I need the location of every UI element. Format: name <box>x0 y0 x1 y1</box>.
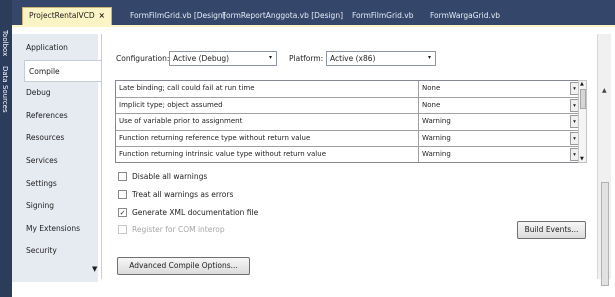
close-icon[interactable]: × <box>99 11 105 20</box>
notification-dropdown[interactable]: Warning ▾ <box>418 114 580 130</box>
tab-formfilmgrid-code[interactable]: FormFilmGrid.vb <box>346 9 419 25</box>
notification-value: Warning <box>422 150 451 159</box>
nav-references[interactable]: References <box>26 111 68 120</box>
condition-cell: Late binding; call could fail at run tim… <box>119 84 255 92</box>
condition-cell: Function returning reference type withou… <box>119 133 311 142</box>
configuration-label: Configuration: <box>116 54 170 63</box>
notification-value: None <box>422 100 441 109</box>
table-row: Function returning intrinsic value type … <box>116 147 580 162</box>
warning-conditions-grid: Late binding; call could fail at run tim… <box>115 80 581 163</box>
nav-resources[interactable]: Resources <box>26 133 64 142</box>
condition-cell: Implicit type; object assumed <box>119 100 223 109</box>
nav-services[interactable]: Services <box>26 156 58 165</box>
scrollbar-thumb[interactable] <box>580 89 586 109</box>
platform-label: Platform: <box>289 54 324 63</box>
check-icon: ✓ <box>119 209 126 217</box>
generate-xml-doc-label: Generate XML documentation file <box>132 208 259 217</box>
toolbox-tab[interactable]: Toolbox <box>1 30 9 56</box>
condition-cell: Use of variable prior to assignment <box>119 117 243 126</box>
grid-scrollbar[interactable]: ▲ ▼ <box>578 80 587 163</box>
notification-dropdown[interactable]: None ▾ <box>418 97 580 114</box>
document-tab-strip: ProjectRentalVCD × FormFilmGrid.vb [Desig… <box>12 0 615 25</box>
disable-all-warnings-checkbox[interactable] <box>118 172 127 181</box>
register-com-interop-checkbox <box>118 225 127 234</box>
nav-settings[interactable]: Settings <box>26 179 57 188</box>
table-row: Function returning reference type withou… <box>116 130 580 148</box>
register-com-interop-label: Register for COM interop <box>132 225 225 234</box>
data-sources-tab[interactable]: Data Sources <box>1 66 9 113</box>
notification-dropdown[interactable]: Warning ▾ <box>418 147 580 162</box>
chevron-down-icon: ▾ <box>268 54 272 61</box>
table-row: Implicit type; object assumed None ▾ <box>116 97 580 115</box>
tab-formwargagrid-code[interactable]: FormWargaGrid.vb <box>424 9 506 25</box>
tab-label: ProjectRentalVCD <box>29 11 95 20</box>
nav-signing[interactable]: Signing <box>26 201 54 210</box>
treat-warnings-as-errors-label: Treat all warnings as errors <box>132 190 234 199</box>
notification-dropdown[interactable]: Warning ▾ <box>418 130 580 147</box>
advanced-compile-options-button[interactable]: Advanced Compile Options... <box>117 257 250 275</box>
scroll-up-icon[interactable]: ▲ <box>602 87 607 94</box>
nav-security[interactable]: Security <box>26 246 57 255</box>
side-toolstrip: Toolbox Data Sources <box>0 0 12 297</box>
page-scrollbar[interactable]: ▲ <box>597 34 611 286</box>
tab-formreportanggota-design[interactable]: FormReportAnggota.vb [Design] <box>216 9 349 25</box>
condition-cell: Function returning intrinsic value type … <box>119 150 326 159</box>
build-events-button[interactable]: Build Events... <box>517 221 586 239</box>
designer-nav: Application Compile Debug References Res… <box>12 34 114 282</box>
scroll-up-icon[interactable]: ▲ <box>580 81 584 87</box>
scroll-down-icon[interactable]: ▼ <box>580 156 584 162</box>
platform-dropdown[interactable]: Active (x86) ▾ <box>326 51 436 66</box>
nav-my-extensions[interactable]: My Extensions <box>26 224 80 233</box>
chevron-down-icon: ▾ <box>427 54 431 61</box>
treat-warnings-as-errors-checkbox[interactable] <box>118 190 127 199</box>
notification-value: Warning <box>422 133 451 142</box>
configuration-dropdown[interactable]: Active (Debug) ▾ <box>169 51 277 66</box>
generate-xml-doc-checkbox[interactable]: ✓ <box>118 208 127 217</box>
nav-debug[interactable]: Debug <box>26 88 51 97</box>
tab-project-rental-vcd[interactable]: ProjectRentalVCD × <box>22 7 112 25</box>
nav-application[interactable]: Application <box>26 43 68 52</box>
platform-value: Active (x86) <box>330 54 376 63</box>
disable-all-warnings-label: Disable all warnings <box>132 172 208 181</box>
table-row: Late binding; call could fail at run tim… <box>116 81 580 98</box>
scrollbar-thumb[interactable] <box>601 182 609 286</box>
notification-value: None <box>422 84 441 92</box>
notification-value: Warning <box>422 117 451 126</box>
configuration-value: Active (Debug) <box>173 54 230 63</box>
nav-more-arrow-icon[interactable]: ▼ <box>92 265 97 273</box>
table-row: Use of variable prior to assignment Warn… <box>116 114 580 131</box>
notification-dropdown[interactable]: None ▾ <box>418 81 580 97</box>
